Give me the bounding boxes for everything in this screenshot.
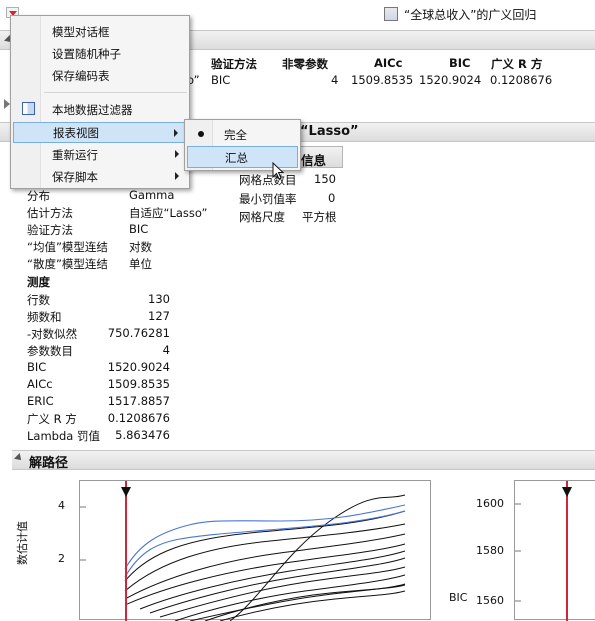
- menu-item-model-dialog[interactable]: 模型对话框: [13, 21, 187, 42]
- cell-bic: 1520.9024: [419, 73, 482, 87]
- bic-plot-svg: [515, 481, 572, 621]
- lasso-section-title: “Lasso”: [300, 124, 359, 139]
- measure-label: BIC: [27, 360, 47, 374]
- measure-label: ERIC: [27, 394, 54, 408]
- measure-label: 频数和: [27, 310, 62, 324]
- menu-separator: [44, 92, 187, 93]
- info-value: 0: [328, 191, 336, 205]
- measure-label: Lambda 罚值: [27, 429, 100, 443]
- col-rsq: 广义 R 方: [491, 57, 543, 71]
- info-value: 自适应“Lasso”: [129, 206, 208, 220]
- cell-rsq: 0.1208676: [490, 73, 553, 87]
- menu-item-save-coding-table[interactable]: 保存编码表: [13, 65, 187, 86]
- menu-item-label: 保存脚本: [52, 170, 98, 184]
- y-axis-label: 数估计值: [16, 521, 29, 565]
- y-tick: 1580: [476, 544, 504, 557]
- measure-label: 广义 R 方: [27, 412, 77, 426]
- path-plot-area[interactable]: [79, 480, 431, 621]
- info-value: 对数: [129, 240, 152, 254]
- menu-item-label: 本地数据过滤器: [52, 103, 133, 117]
- measure-label: -对数似然: [27, 327, 78, 341]
- measure-value: 0.1208676: [107, 411, 170, 425]
- y-tick: 4: [58, 499, 65, 512]
- col-nonzero: 非零参数: [282, 57, 328, 71]
- y-tick: 2: [58, 552, 65, 565]
- measure-value: 4: [162, 343, 170, 357]
- filter-icon: [22, 102, 35, 115]
- cell-validation: BIC: [211, 73, 231, 87]
- info-label: “均值”模型连结: [27, 240, 108, 254]
- col-bic: BIC: [449, 56, 471, 70]
- measure-value: 1509.8535: [107, 377, 170, 391]
- menu-item-report-view[interactable]: 报表视图: [13, 122, 187, 143]
- measure-value: 5.863476: [115, 428, 170, 442]
- info-header[interactable]: 信息: [296, 146, 343, 168]
- menu-item-label: 重新运行: [52, 148, 98, 162]
- context-menu: 模型对话框 设置随机种子 保存编码表 本地数据过滤器 报表视图 重新运行 保存脚…: [10, 15, 190, 189]
- submenu-arrow-icon: [175, 172, 179, 180]
- mouse-cursor-icon: [272, 162, 284, 180]
- menu-item-set-seed[interactable]: 设置随机种子: [13, 43, 187, 64]
- submenu-item-label: 汇总: [225, 151, 248, 165]
- menu-item-label: 保存编码表: [52, 69, 110, 83]
- info-label: 网格尺度: [239, 210, 285, 224]
- menu-item-rerun[interactable]: 重新运行: [13, 144, 187, 165]
- measure-value: 130: [148, 292, 170, 306]
- y-tick: 1600: [476, 497, 504, 510]
- measure-value: 1520.9024: [107, 360, 170, 374]
- submenu-item-label: 完全: [224, 128, 247, 142]
- menu-item-label: 设置随机种子: [52, 47, 121, 61]
- menu-item-save-script[interactable]: 保存脚本: [13, 166, 187, 187]
- col-validation: 验证方法: [211, 57, 257, 71]
- info-value: BIC: [129, 222, 149, 236]
- measure-label: 行数: [27, 293, 50, 307]
- col-aicc: AICc: [374, 56, 403, 70]
- cell-aicc: 1509.8535: [351, 73, 414, 87]
- menu-item-label: 报表视图: [53, 126, 99, 140]
- report-icon: [384, 7, 398, 21]
- measures-title: 测度: [27, 275, 50, 289]
- info-value: 单位: [129, 257, 152, 271]
- info-value: Gamma: [129, 188, 175, 202]
- measure-value: 1517.8857: [107, 394, 170, 408]
- info-label: 验证方法: [27, 223, 73, 237]
- submenu-item-full[interactable]: 完全: [187, 123, 298, 145]
- solution-path-header[interactable]: [12, 450, 595, 470]
- menu-item-local-data-filter[interactable]: 本地数据过滤器: [13, 99, 187, 120]
- bic-plot-area[interactable]: [514, 480, 595, 621]
- info-label: 最小罚值率: [239, 192, 297, 206]
- info-label: 估计方法: [27, 206, 73, 220]
- measure-label: 参数数目: [27, 344, 73, 358]
- cell-nonzero: 4: [331, 73, 339, 87]
- info-label: 网格点数目: [239, 173, 297, 187]
- measure-value: 127: [148, 309, 170, 323]
- measure-value: 750.76281: [107, 326, 170, 340]
- submenu-arrow-icon: [175, 150, 179, 158]
- info-label: 分布: [27, 189, 50, 203]
- solution-path-title: 解路径: [29, 456, 69, 471]
- y-axis-label: BIC: [449, 591, 468, 604]
- radio-bullet-icon: [198, 131, 204, 137]
- info-value: 平方根: [302, 210, 337, 224]
- window-title: “全球总收入”的广义回归: [404, 8, 537, 22]
- info-label: “散度”模型连结: [27, 257, 108, 271]
- info-value: 150: [314, 172, 336, 186]
- menu-item-label: 模型对话框: [52, 25, 110, 39]
- path-plot-svg: [80, 481, 406, 621]
- y-tick: 1560: [476, 594, 504, 607]
- submenu-arrow-icon: [174, 129, 178, 137]
- measure-label: AICc: [27, 377, 53, 391]
